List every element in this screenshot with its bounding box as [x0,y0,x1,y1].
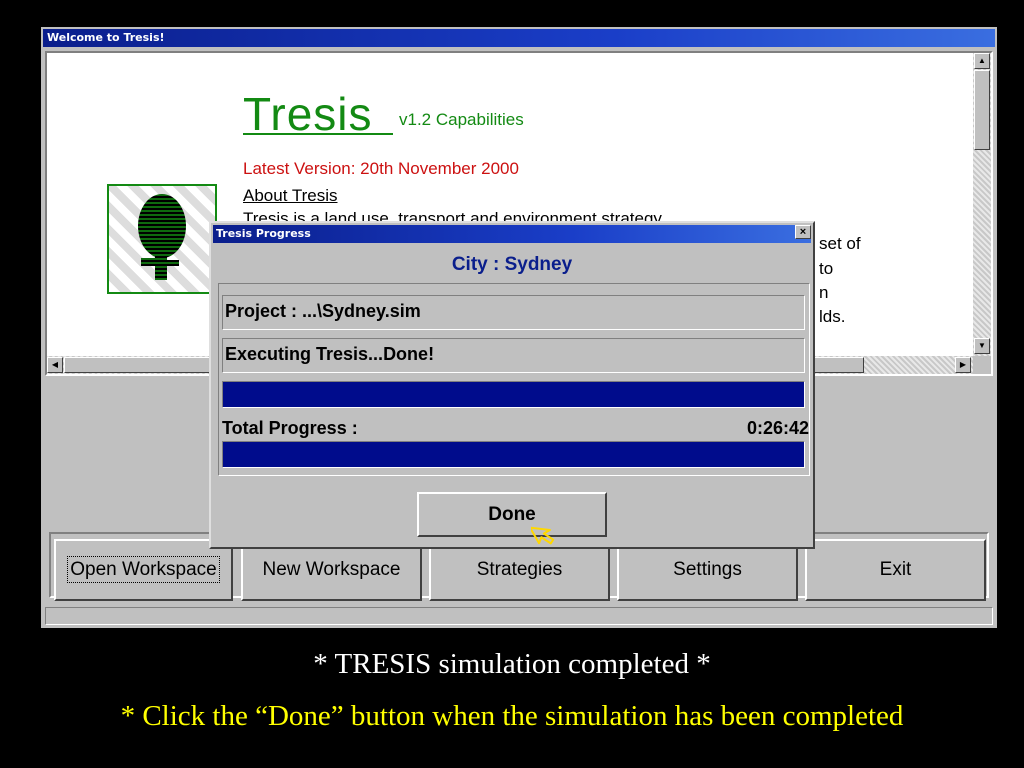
strategies-label: Strategies [476,559,563,580]
caption-completed: * TRESIS simulation completed * [313,648,711,680]
mouse-pointer-icon [531,526,555,545]
vertical-scroll-thumb[interactable] [974,70,990,150]
latest-version: Latest Version: 20th November 2000 [243,159,519,178]
total-progress-label: Total Progress : [222,418,358,438]
scroll-left-icon[interactable]: ◀ [47,357,63,373]
status-field: Executing Tresis...Done! [222,338,805,373]
new-workspace-label: New Workspace [262,559,401,580]
settings-label: Settings [673,559,742,580]
scroll-down-icon[interactable]: ▼ [974,338,990,354]
dialog-title: Tresis Progress [213,225,811,243]
open-workspace-label: Open Workspace [67,556,220,583]
step-progress-bar [222,381,805,408]
exit-label: Exit [879,559,912,580]
tree-logo [107,184,217,294]
done-button[interactable]: Done [417,492,607,537]
brand-underline [243,133,393,135]
description-fragment: set of [819,234,861,253]
project-field: Project : ...\Sydney.sim [222,295,805,330]
status-bar [45,607,993,625]
total-progress-time: 0:26:42 [746,418,809,438]
description-fragment: to [819,259,834,278]
progress-dialog: Tresis Progress × City : Sydney Project … [209,221,815,549]
caption-instruction: * Click the “Done” button when the simul… [120,700,904,732]
progress-group: Project : ...\Sydney.sim Executing Tresi… [218,283,810,476]
close-icon[interactable]: × [795,225,811,239]
window-title: Welcome to Tresis! [43,29,995,47]
scroll-up-icon[interactable]: ▲ [974,53,990,69]
description-fragment: n [819,283,829,302]
scroll-corner [973,356,991,374]
total-progress-bar [222,441,805,468]
exit-button[interactable]: Exit [805,539,986,601]
version-label: v1.2 Capabilities [399,110,524,129]
about-link[interactable]: About Tresis [243,186,338,206]
open-workspace-button[interactable]: Open Workspace [54,539,233,601]
vertical-scrollbar[interactable]: ▲ ▼ [973,53,991,356]
scroll-right-icon[interactable]: ▶ [955,357,971,373]
description-fragment: lds. [819,307,846,326]
city-label: City : Sydney [451,254,573,275]
